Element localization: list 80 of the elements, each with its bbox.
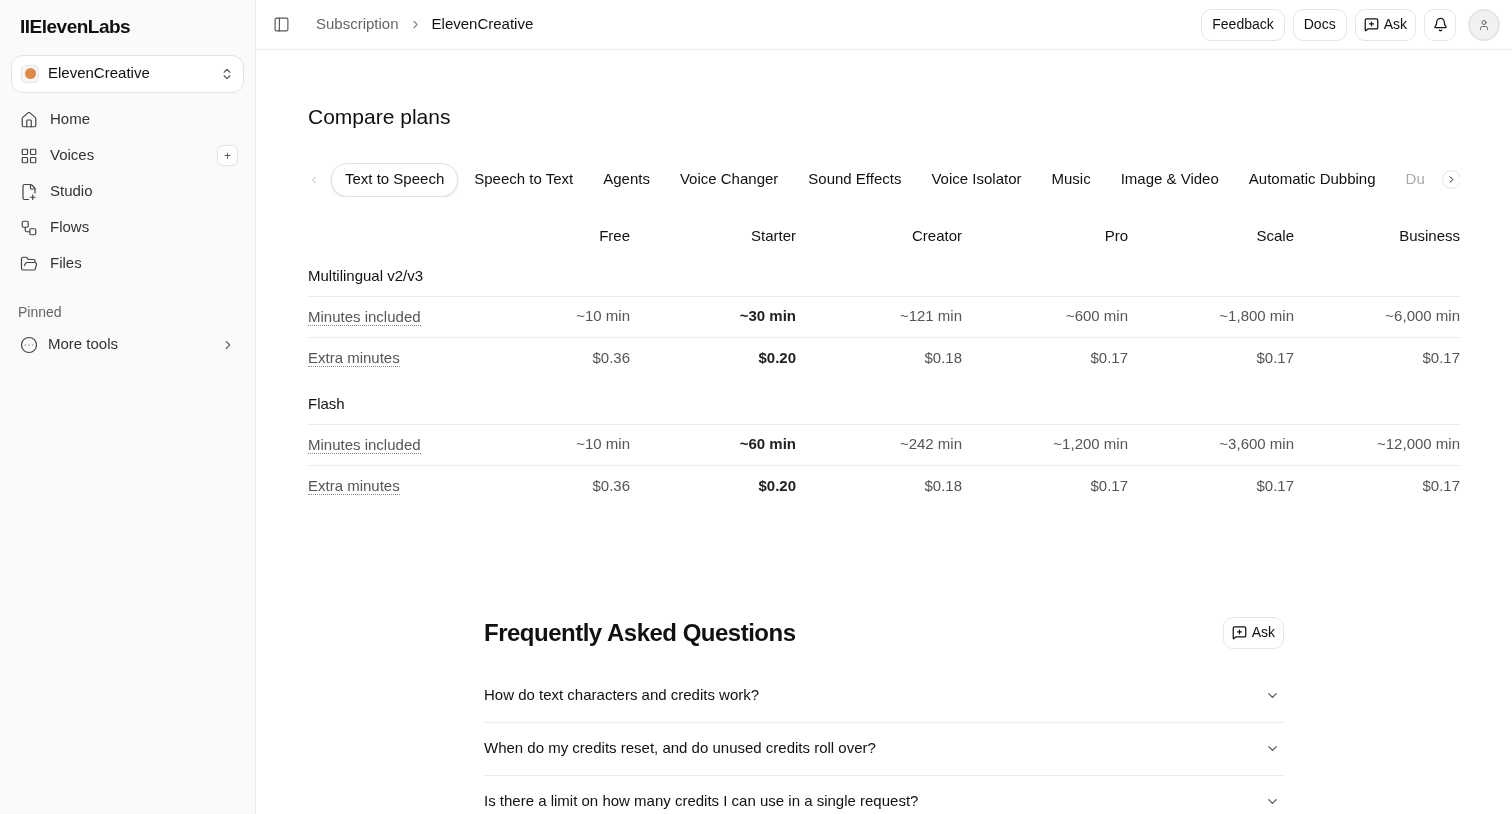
plan-heading: Starter (751, 226, 796, 247)
plan-heading: Business (1399, 226, 1460, 247)
add-voice-button[interactable]: + (217, 145, 238, 166)
row-label[interactable]: Minutes included (308, 307, 421, 326)
table-cell-text: $0.17 (1422, 347, 1460, 368)
home-icon (20, 110, 38, 129)
table-cell-text: ~10 min (576, 434, 630, 455)
page-title: Compare plans (308, 104, 451, 130)
tab[interactable]: Image & Video (1106, 162, 1233, 197)
plan-heading: Creator (911, 226, 962, 247)
table-cell-text: ~10 min (576, 306, 630, 327)
breadcrumb-link[interactable]: ElevenCreative (431, 13, 534, 36)
table-cell-text: $0.18 (924, 347, 962, 368)
section-title: Multilingual v2/v3 (308, 266, 424, 286)
sidebar-item[interactable]: Voices (11, 137, 217, 174)
table-cell-text: ~3,600 min (1219, 434, 1294, 455)
bell-icon (1432, 17, 1448, 32)
table-cell-text: ~121 min (899, 306, 962, 327)
folder-icon (20, 254, 38, 273)
faq-item[interactable]: Is there a limit on how many credits I can use in a single request? (484, 775, 1284, 814)
table-cell-text: ~60 min (739, 434, 796, 455)
tab[interactable]: Automatic Dubbing (1234, 162, 1390, 197)
workspace-selector[interactable]: ElevenCreative (11, 54, 244, 93)
ask-button[interactable]: Ask (1222, 616, 1284, 649)
notifications-button[interactable] (1424, 8, 1456, 41)
sidebar-item[interactable]: Home (11, 101, 244, 138)
sidebar-item[interactable]: More tools (11, 326, 244, 363)
tab[interactable]: Music (1037, 162, 1105, 197)
faq-item[interactable]: When do my credits reset, and do unused credits roll over? (484, 722, 1284, 776)
sidebar-item[interactable]: Files (11, 245, 244, 282)
table-cell-text: $0.36 (592, 347, 630, 368)
plan-heading: Scale (1256, 226, 1294, 247)
table-cell-text: $0.20 (758, 475, 796, 496)
table-cell-text: $0.18 (924, 475, 962, 496)
row-label[interactable]: Extra minutes (308, 477, 400, 495)
table-cell-text: $0.17 (1090, 475, 1128, 496)
plan-heading: Pro (1104, 226, 1128, 247)
table-cell-text: ~1,800 min (1219, 306, 1294, 327)
user-icon (1478, 18, 1490, 31)
tab[interactable]: Text to Speech (331, 162, 459, 197)
workspace-avatar (21, 64, 39, 83)
sidebar-item[interactable]: Studio (11, 173, 244, 210)
table-cell-text: $0.17 (1090, 347, 1128, 368)
table-cell-text: ~30 min (739, 306, 796, 327)
tab[interactable]: Agents (589, 162, 664, 197)
table-cell-text: ~6,000 min (1385, 306, 1460, 327)
document-icon (20, 182, 38, 201)
table-cell-text: $0.36 (592, 475, 630, 496)
grid-icon (20, 146, 38, 165)
tab[interactable]: Sound Effects (794, 162, 916, 197)
table-cell-text: $0.17 (1422, 475, 1460, 496)
row-label[interactable]: Extra minutes (308, 349, 400, 367)
table-cell-text: $0.20 (758, 347, 796, 368)
faq-title: Frequently Asked Questions (484, 617, 796, 648)
path-icon (20, 218, 38, 237)
table-cell-text: ~242 min (899, 434, 962, 455)
tab[interactable]: Voice Changer (665, 162, 793, 197)
ask-button[interactable]: Ask (1354, 8, 1416, 41)
table-cell-text: ~12,000 min (1377, 434, 1460, 455)
plan-heading: Free (599, 226, 630, 247)
chat-icon (1363, 17, 1379, 32)
chat-icon (1231, 625, 1247, 640)
tab[interactable]: Voice Isolator (917, 162, 1036, 197)
section-heading: Pinned (18, 302, 62, 322)
tab[interactable]: Speech to Text (460, 162, 588, 197)
avatar[interactable] (1468, 8, 1500, 41)
logo: IIElevenLabs (20, 15, 131, 39)
sidebar-item[interactable]: Flows (11, 209, 244, 246)
header-button[interactable]: Feedback (1201, 8, 1285, 41)
table-cell-text: $0.17 (1256, 475, 1294, 496)
sidebar-toggle-icon[interactable] (273, 16, 290, 33)
table-cell-text: ~1,200 min (1053, 434, 1128, 455)
faq-item[interactable]: How do text characters and credits work? (484, 669, 1284, 723)
breadcrumb-link[interactable]: Subscription (316, 13, 399, 36)
ellipsis-icon (20, 335, 38, 354)
section-title: Flash (308, 394, 345, 414)
table-cell-text: $0.17 (1256, 347, 1294, 368)
row-label[interactable]: Minutes included (308, 435, 421, 454)
table-cell-text: ~600 min (1065, 306, 1128, 327)
header-button[interactable]: Docs (1292, 8, 1347, 41)
